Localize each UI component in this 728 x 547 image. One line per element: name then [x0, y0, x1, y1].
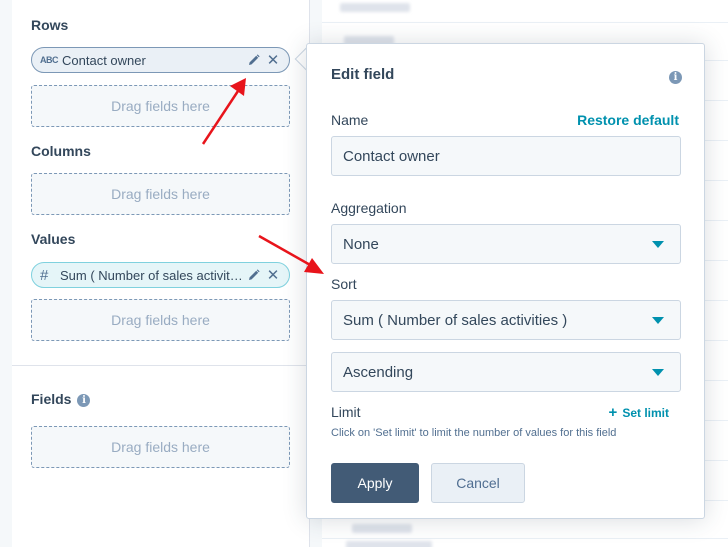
- aggregation-select[interactable]: None: [331, 224, 681, 264]
- sort-order-selected-value: Ascending: [343, 363, 414, 381]
- rows-section-label: Rows: [31, 17, 69, 33]
- values-section-label: Values: [31, 231, 76, 247]
- chevron-down-icon: [652, 368, 664, 376]
- chip-label: Contact owner: [62, 52, 146, 68]
- set-limit-link[interactable]: + Set limit: [609, 404, 669, 421]
- chevron-down-icon: [652, 316, 664, 324]
- name-input[interactable]: Contact owner: [331, 136, 681, 176]
- name-label: Name: [331, 112, 369, 128]
- number-type-icon: #: [40, 266, 48, 284]
- sort-field-selected-value: Sum ( Number of sales activities ): [343, 311, 568, 329]
- chevron-down-icon: [652, 240, 664, 248]
- edit-pencil-icon[interactable]: [247, 54, 261, 66]
- values-drop-zone[interactable]: Drag fields here: [31, 299, 290, 341]
- plus-icon: +: [608, 404, 618, 421]
- columns-drop-zone[interactable]: Drag fields here: [31, 173, 290, 215]
- limit-label: Limit: [331, 404, 361, 420]
- limit-hint-text: Click on 'Set limit' to limit the number…: [331, 427, 617, 439]
- cancel-button[interactable]: Cancel: [431, 463, 525, 503]
- name-input-value: Contact owner: [343, 147, 440, 165]
- remove-x-icon[interactable]: ✕: [265, 268, 281, 283]
- chip-label: Sum ( Number of sales activities ): [60, 267, 243, 283]
- values-field-chip-sum-sales-activities[interactable]: # Sum ( Number of sales activities ) ✕: [31, 262, 290, 288]
- columns-section-label: Columns: [31, 143, 91, 159]
- apply-button[interactable]: Apply: [331, 463, 419, 503]
- screenshot-stage: Rows ABC Contact owner ✕ Drag fields her…: [0, 0, 728, 547]
- fields-section-label: Fields: [31, 391, 72, 407]
- aggregation-selected-value: None: [343, 235, 379, 253]
- aggregation-label: Aggregation: [331, 200, 407, 216]
- restore-default-link[interactable]: Restore default: [577, 112, 679, 128]
- fields-drop-zone[interactable]: Drag fields here: [31, 426, 290, 468]
- info-icon[interactable]: i: [669, 71, 682, 84]
- edit-pencil-icon[interactable]: [247, 269, 261, 281]
- popover-title: Edit field: [331, 66, 395, 83]
- report-builder-panel: Rows ABC Contact owner ✕ Drag fields her…: [12, 0, 310, 547]
- sort-field-select[interactable]: Sum ( Number of sales activities ): [331, 300, 681, 340]
- text-type-icon: ABC: [40, 55, 59, 65]
- sort-order-select[interactable]: Ascending: [331, 352, 681, 392]
- edit-field-popover: Edit field i Name Restore default Contac…: [306, 43, 705, 519]
- sort-label: Sort: [331, 276, 357, 292]
- section-divider: [12, 365, 310, 366]
- rows-drop-zone[interactable]: Drag fields here: [31, 85, 290, 127]
- fields-section-header: Fields i: [31, 391, 91, 407]
- remove-x-icon[interactable]: ✕: [265, 53, 281, 68]
- info-icon[interactable]: i: [77, 393, 91, 407]
- rows-field-chip-contact-owner[interactable]: ABC Contact owner ✕: [31, 47, 290, 73]
- set-limit-label: Set limit: [622, 406, 669, 420]
